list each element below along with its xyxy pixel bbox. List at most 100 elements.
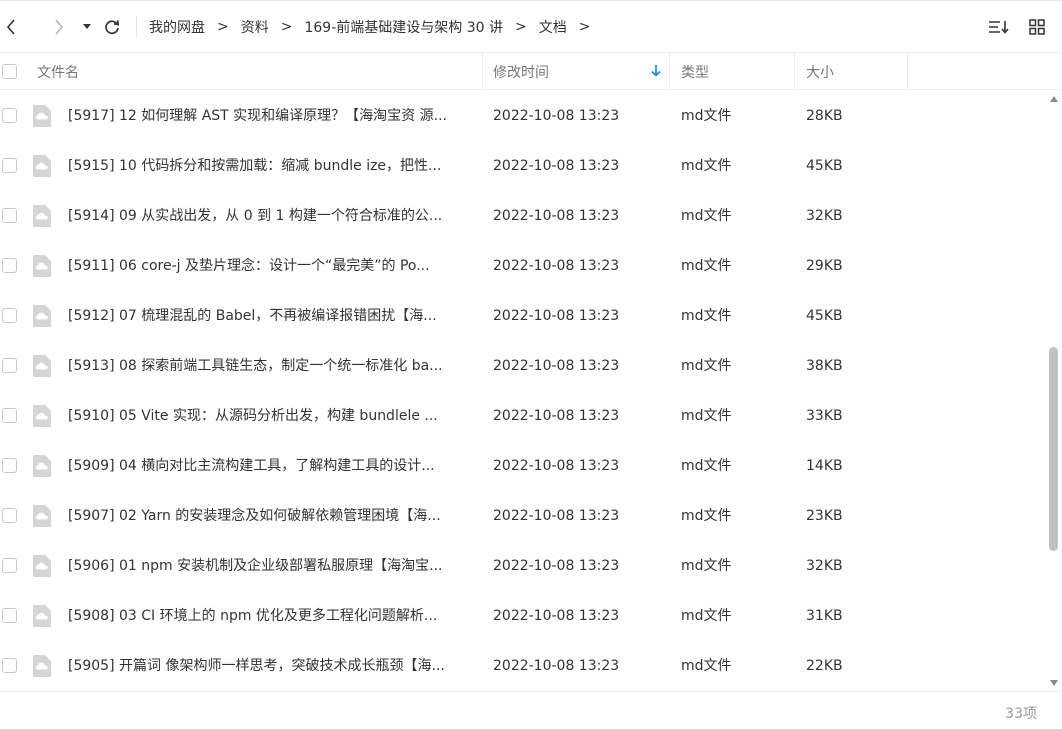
breadcrumb-my-drive[interactable]: 我的网盘 xyxy=(149,17,205,37)
row-checkbox[interactable] xyxy=(2,208,17,223)
breadcrumb-course-folder[interactable]: 169-前端基础建设与架构 30 讲 xyxy=(304,17,503,37)
file-row[interactable]: [5909] 04 横向对比主流构建工具，了解构建工具的设计... 2022-10… xyxy=(0,441,1046,491)
file-modified-time: 2022-10-08 13:23 xyxy=(493,408,620,424)
file-modified-time: 2022-10-08 13:23 xyxy=(493,308,620,324)
column-modified-label: 修改时间 xyxy=(493,64,549,81)
chevron-left-icon xyxy=(6,18,15,35)
file-type: md文件 xyxy=(681,658,732,674)
file-name[interactable]: [5909] 04 横向对比主流构建工具，了解构建工具的设计... xyxy=(68,441,435,491)
file-name[interactable]: [5914] 09 从实战出发，从 0 到 1 构建一个符合标准的公... xyxy=(68,191,442,241)
file-name[interactable]: [5917] 12 如何理解 AST 实现和编译原理？【海淘宝资 源... xyxy=(68,91,447,141)
file-modified-time: 2022-10-08 13:23 xyxy=(493,608,620,624)
file-name[interactable]: [5905] 开篇词 像架构师一样思考，突破技术成长瓶颈【海... xyxy=(68,641,445,691)
row-checkbox[interactable] xyxy=(2,508,17,523)
file-type: md文件 xyxy=(681,558,732,574)
file-name[interactable]: [5908] 03 CI 环境上的 npm 优化及更多工程化问题解析... xyxy=(68,591,437,641)
file-name[interactable]: [5911] 06 core-j 及垫片理念：设计一个“最完美”的 Po... xyxy=(68,241,430,291)
cloud-file-icon xyxy=(33,605,51,627)
sort-list-icon xyxy=(989,21,1009,34)
forward-button[interactable] xyxy=(48,1,70,53)
cloud-file-icon xyxy=(33,355,51,377)
scroll-down-arrow-icon[interactable] xyxy=(1050,680,1058,686)
file-size: 29KB xyxy=(806,258,843,274)
file-row[interactable]: [5911] 06 core-j 及垫片理念：设计一个“最完美”的 Po... 2… xyxy=(0,241,1046,291)
cloud-file-icon xyxy=(33,405,51,427)
row-checkbox[interactable] xyxy=(2,558,17,573)
file-size: 32KB xyxy=(806,558,843,574)
file-name[interactable]: [5913] 08 探索前端工具链生态，制定一个统一标准化 ba... xyxy=(68,341,443,391)
file-row[interactable]: [5914] 09 从实战出发，从 0 到 1 构建一个符合标准的公... 202… xyxy=(0,191,1046,241)
file-size: 32KB xyxy=(806,208,843,224)
file-row[interactable]: [5912] 07 梳理混乱的 Babel，不再被编译报错困扰【海... 2022… xyxy=(0,291,1046,341)
breadcrumb-separator: > xyxy=(217,18,229,35)
sort-descending-icon xyxy=(651,65,661,77)
row-checkbox[interactable] xyxy=(2,408,17,423)
row-checkbox[interactable] xyxy=(2,658,17,673)
cloud-file-icon xyxy=(33,555,51,577)
file-size: 23KB xyxy=(806,508,843,524)
row-checkbox[interactable] xyxy=(2,258,17,273)
breadcrumb-documents[interactable]: 文档 xyxy=(539,17,567,37)
file-name[interactable]: [5915] 10 代码拆分和按需加载：缩减 bundle ize，把性... xyxy=(68,141,441,191)
row-checkbox[interactable] xyxy=(2,308,17,323)
file-type: md文件 xyxy=(681,258,732,274)
file-type: md文件 xyxy=(681,408,732,424)
dropdown-caret-icon xyxy=(83,23,91,29)
file-size: 31KB xyxy=(806,608,843,624)
file-row[interactable]: [5913] 08 探索前端工具链生态，制定一个统一标准化 ba... 2022-… xyxy=(0,341,1046,391)
row-checkbox[interactable] xyxy=(2,608,17,623)
file-list: [5917] 12 如何理解 AST 实现和编译原理？【海淘宝资 源... 202… xyxy=(0,91,1046,691)
history-dropdown-button[interactable] xyxy=(80,1,94,53)
file-row[interactable]: [5908] 03 CI 环境上的 npm 优化及更多工程化问题解析... 202… xyxy=(0,591,1046,641)
column-divider xyxy=(669,53,670,90)
file-type: md文件 xyxy=(681,308,732,324)
view-controls xyxy=(972,1,1048,53)
file-type: md文件 xyxy=(681,508,732,524)
file-type: md文件 xyxy=(681,358,732,374)
column-size[interactable]: 大小 xyxy=(806,53,834,90)
file-name[interactable]: [5907] 02 Yarn 的安装理念及如何破解依赖管理困境【海... xyxy=(68,491,441,541)
file-name[interactable]: [5906] 01 npm 安装机制及企业级部署私服原理【海淘宝... xyxy=(68,541,442,591)
select-all-checkbox[interactable] xyxy=(2,64,17,79)
scroll-thumb[interactable] xyxy=(1049,347,1058,551)
file-type: md文件 xyxy=(681,208,732,224)
breadcrumb-separator: > xyxy=(280,18,293,35)
file-modified-time: 2022-10-08 13:23 xyxy=(493,108,620,124)
chevron-right-icon xyxy=(55,18,64,35)
back-button[interactable] xyxy=(0,1,22,53)
column-name[interactable]: 文件名 xyxy=(37,53,482,90)
sort-button[interactable] xyxy=(988,1,1010,53)
cloud-file-icon xyxy=(33,505,51,527)
scroll-up-arrow-icon[interactable] xyxy=(1050,96,1058,102)
file-size: 45KB xyxy=(806,308,843,324)
scroll-track[interactable] xyxy=(1048,107,1060,675)
file-row[interactable]: [5907] 02 Yarn 的安装理念及如何破解依赖管理困境【海... 2022… xyxy=(0,491,1046,541)
file-modified-time: 2022-10-08 13:23 xyxy=(493,158,620,174)
row-checkbox[interactable] xyxy=(2,158,17,173)
file-row[interactable]: [5910] 05 Vite 实现：从源码分析出发，构建 bundlele ..… xyxy=(0,391,1046,441)
cloud-file-icon xyxy=(33,105,51,127)
row-checkbox[interactable] xyxy=(2,458,17,473)
file-modified-time: 2022-10-08 13:23 xyxy=(493,208,620,224)
file-modified-time: 2022-10-08 13:23 xyxy=(493,558,620,574)
row-checkbox[interactable] xyxy=(2,108,17,123)
file-size: 14KB xyxy=(806,458,843,474)
breadcrumb-materials[interactable]: 资料 xyxy=(241,17,269,37)
grid-view-button[interactable] xyxy=(1026,1,1048,53)
column-type[interactable]: 类型 xyxy=(681,53,709,90)
breadcrumb: 我的网盘 > 资料 > 169-前端基础建设与架构 30 讲 > 文档 > xyxy=(149,17,602,37)
file-row[interactable]: [5917] 12 如何理解 AST 实现和编译原理？【海淘宝资 源... 202… xyxy=(0,91,1046,141)
cloud-file-icon xyxy=(33,255,51,277)
vertical-scrollbar[interactable] xyxy=(1048,91,1060,691)
file-name[interactable]: [5910] 05 Vite 实现：从源码分析出发，构建 bundlele ..… xyxy=(68,391,438,441)
file-type: md文件 xyxy=(681,608,732,624)
column-modified[interactable]: 修改时间 xyxy=(493,53,668,90)
file-size: 38KB xyxy=(806,358,843,374)
file-row[interactable]: [5906] 01 npm 安装机制及企业级部署私服原理【海淘宝... 2022-… xyxy=(0,541,1046,591)
refresh-icon xyxy=(105,19,120,34)
row-checkbox[interactable] xyxy=(2,358,17,373)
refresh-button[interactable] xyxy=(102,1,122,53)
file-row[interactable]: [5915] 10 代码拆分和按需加载：缩减 bundle ize，把性... 2… xyxy=(0,141,1046,191)
file-name[interactable]: [5912] 07 梳理混乱的 Babel，不再被编译报错困扰【海... xyxy=(68,291,437,341)
file-row[interactable]: [5905] 开篇词 像架构师一样思考，突破技术成长瓶颈【海... 2022-10… xyxy=(0,641,1046,691)
